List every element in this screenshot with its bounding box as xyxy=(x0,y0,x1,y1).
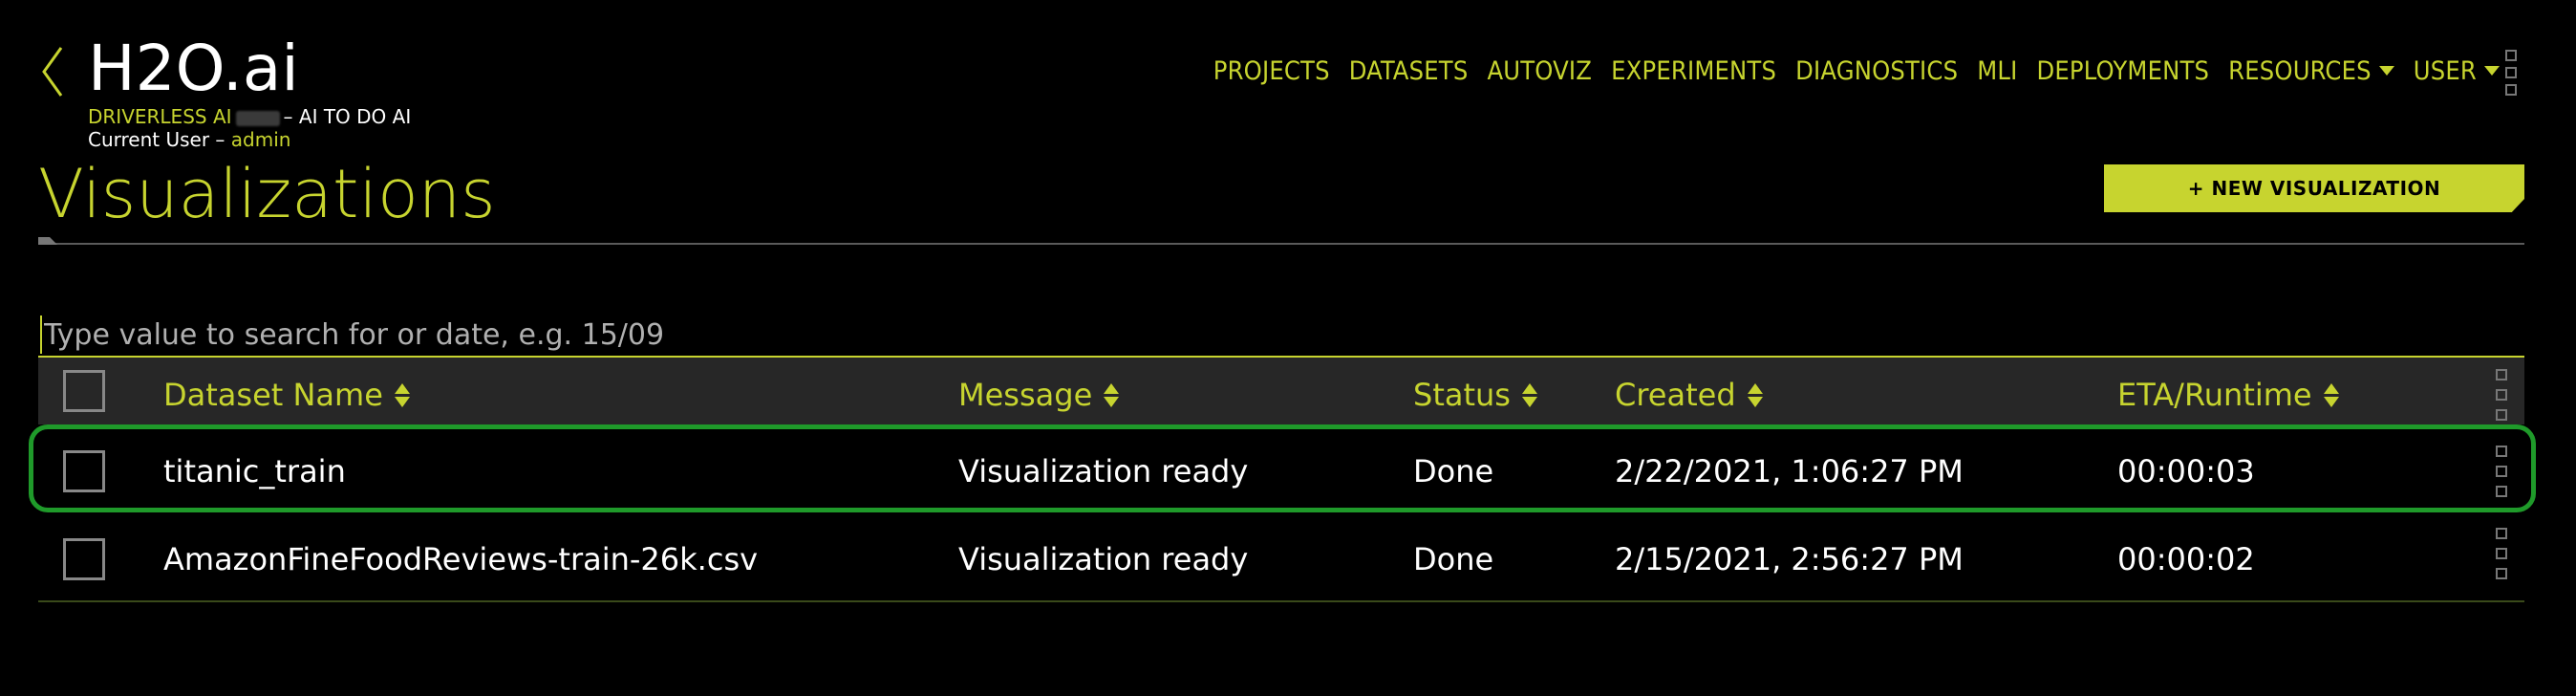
cell-message: Visualization ready xyxy=(958,541,1249,577)
column-options-kebab-icon[interactable] xyxy=(2496,369,2507,421)
cell-status: Done xyxy=(1413,453,1494,489)
cell-dataset-name[interactable]: titanic_train xyxy=(163,453,346,489)
version-redacted xyxy=(235,110,280,126)
current-user-label: Current User – xyxy=(88,128,225,151)
nav-experiments[interactable]: EXPERIMENTS xyxy=(1611,56,1776,86)
column-header-status[interactable]: Status xyxy=(1413,377,1537,413)
select-all-checkbox[interactable] xyxy=(63,370,105,412)
cell-created: 2/15/2021, 2:56:27 PM xyxy=(1615,541,1964,577)
cell-runtime: 00:00:03 xyxy=(2117,453,2255,489)
column-header-created[interactable]: Created xyxy=(1615,377,1763,413)
nav-mli[interactable]: MLI xyxy=(1977,56,2017,86)
table-bottom-divider xyxy=(38,600,2524,602)
column-label: Message xyxy=(958,377,1093,413)
nav-user-label: USER xyxy=(2413,55,2477,86)
column-label: ETA/Runtime xyxy=(2117,377,2312,413)
table-row[interactable]: titanic_train Visualization ready Done 2… xyxy=(38,428,2524,514)
sort-icon xyxy=(1104,382,1120,407)
product-tagline: DRIVERLESS AI – AI TO DO AI xyxy=(88,105,411,128)
top-nav: PROJECTS DATASETS AUTOVIZ EXPERIMENTS DI… xyxy=(1213,54,2500,88)
nav-projects[interactable]: PROJECTS xyxy=(1213,56,1330,86)
column-label: Status xyxy=(1413,377,1511,413)
sort-icon xyxy=(2323,382,2339,407)
nav-resources-dropdown[interactable]: RESOURCES xyxy=(2228,56,2394,86)
column-label: Created xyxy=(1615,377,1736,413)
nav-deployments[interactable]: DEPLOYMENTS xyxy=(2036,56,2209,86)
sort-icon xyxy=(1747,382,1763,407)
cell-dataset-name[interactable]: AmazonFineFoodReviews-train-26k.csv xyxy=(163,541,758,577)
cell-created: 2/22/2021, 1:06:27 PM xyxy=(1615,453,1964,489)
row-actions-kebab-icon[interactable] xyxy=(2496,528,2507,579)
nav-diagnostics[interactable]: DIAGNOSTICS xyxy=(1795,56,1958,86)
column-label: Dataset Name xyxy=(163,377,383,413)
chevron-down-icon xyxy=(2378,66,2394,76)
brand-logo-text: H2O.ai xyxy=(88,32,299,105)
cell-message: Visualization ready xyxy=(958,453,1249,489)
title-divider xyxy=(38,243,2524,245)
nav-autoviz[interactable]: AUTOVIZ xyxy=(1487,56,1592,86)
title-divider-tab xyxy=(38,237,57,245)
current-user-name[interactable]: admin xyxy=(231,128,291,151)
page-title: Visualizations xyxy=(38,155,496,233)
current-user-line: Current User – admin xyxy=(88,128,290,151)
nav-datasets[interactable]: DATASETS xyxy=(1349,56,1469,86)
product-name: DRIVERLESS AI xyxy=(88,105,232,128)
chevron-down-icon xyxy=(2484,66,2500,76)
nav-user-dropdown[interactable]: USER xyxy=(2414,56,2500,86)
row-checkbox[interactable] xyxy=(63,450,105,492)
sort-icon xyxy=(394,382,410,407)
cell-status: Done xyxy=(1413,541,1494,577)
column-header-dataset-name[interactable]: Dataset Name xyxy=(163,377,410,413)
sort-icon xyxy=(1521,382,1537,407)
row-checkbox[interactable] xyxy=(63,538,105,580)
cell-runtime: 00:00:02 xyxy=(2117,541,2255,577)
row-actions-kebab-icon[interactable] xyxy=(2496,446,2507,497)
new-visualization-button[interactable]: + NEW VISUALIZATION xyxy=(2104,164,2524,212)
tagline-text: – AI TO DO AI xyxy=(283,105,412,128)
column-header-message[interactable]: Message xyxy=(958,377,1120,413)
table-header: Dataset Name Message Status Created ETA/… xyxy=(38,358,2524,424)
search-input[interactable] xyxy=(40,315,2524,354)
table-row[interactable]: AmazonFineFoodReviews-train-26k.csv Visu… xyxy=(38,516,2524,602)
column-header-eta-runtime[interactable]: ETA/Runtime xyxy=(2117,377,2339,413)
nav-resources-label: RESOURCES xyxy=(2228,55,2372,86)
back-chevron-icon[interactable] xyxy=(38,44,65,99)
app-menu-kebab-icon[interactable] xyxy=(2505,50,2517,96)
